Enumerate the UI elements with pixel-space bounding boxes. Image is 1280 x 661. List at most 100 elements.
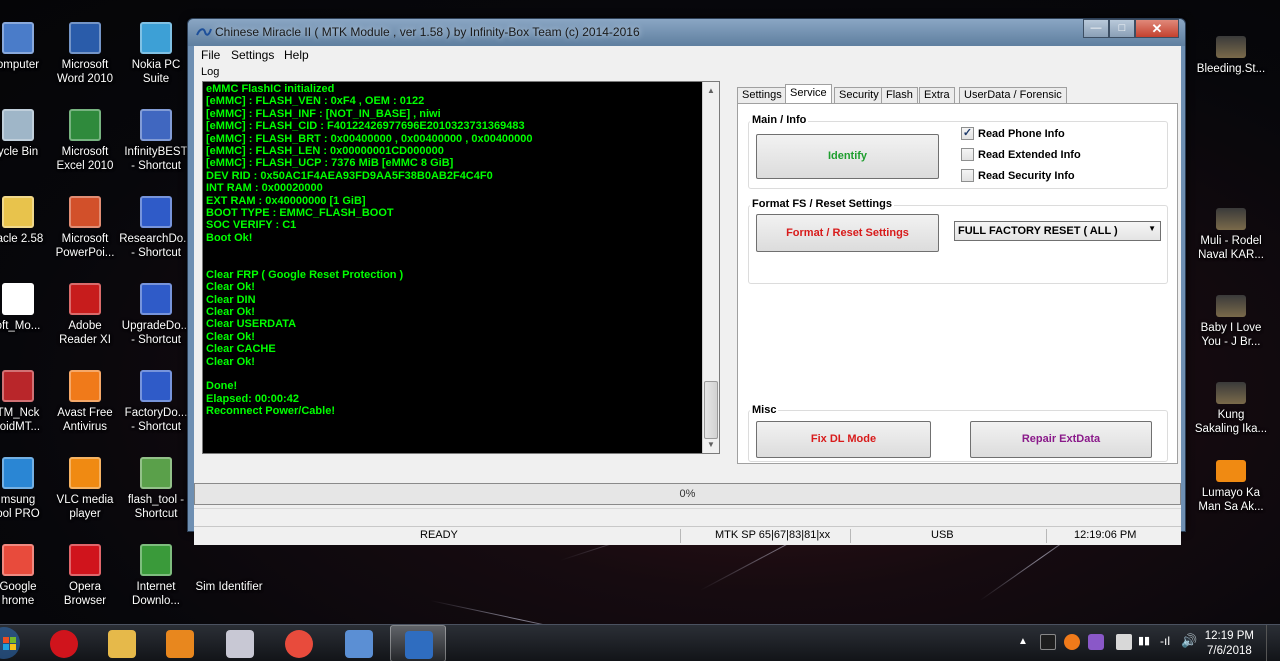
taskbar-app-button[interactable] [36, 625, 92, 661]
reset-mode-select[interactable]: FULL FACTORY RESET ( ALL ) ▼ [954, 221, 1161, 241]
desktop-icon-label: Avast Free Antivirus [57, 407, 113, 433]
desktop-icon[interactable]: Microsoft Excel 2010 [45, 109, 125, 173]
status-separator [850, 529, 851, 543]
video-thumbnail-icon [1216, 36, 1246, 58]
identify-label: Identify [827, 150, 868, 162]
internet-download-manager-icon [140, 544, 172, 576]
desktop-icon[interactable]: UpgradeDo... - Shortcut [116, 283, 196, 347]
show-desktop-button[interactable] [1266, 625, 1280, 661]
maximize-button[interactable]: □ [1109, 19, 1135, 38]
window-title: Chinese Miracle II ( MTK Module , ver 1.… [215, 25, 640, 39]
action-center-icon[interactable] [1116, 634, 1132, 650]
desktop-icon-label: Muli - Rodel Naval KAR... [1198, 235, 1264, 261]
read-phone-info-checkbox[interactable]: ✓ Read Phone Info [961, 127, 1065, 140]
repair-extdata-button[interactable]: Repair ExtData [970, 421, 1152, 458]
taskbar-app-button[interactable] [212, 625, 268, 661]
tab-settings[interactable]: Settings [737, 87, 787, 103]
log-line: SOC VERIFY : C1 [206, 219, 297, 232]
taskbar-app-button[interactable] [331, 625, 387, 661]
tray-app-icon[interactable] [1040, 634, 1056, 650]
vlc-icon [1216, 460, 1246, 482]
scroll-thumb[interactable] [704, 381, 718, 439]
read-extended-info-label: Read Extended Info [978, 148, 1081, 161]
status-time: 12:19:06 PM [1074, 529, 1137, 541]
excel-icon [69, 109, 101, 141]
network-signal-icon[interactable]: ‑ıl [1160, 634, 1176, 650]
log-output[interactable]: eMMC FlashIC initialized [eMMC] : FLASH_V… [202, 81, 720, 454]
log-scrollbar[interactable]: ▲ ▼ [702, 82, 719, 453]
vlc-icon [69, 457, 101, 489]
log-line: DEV RID : 0x50AC1F4AEA93FD9AA5F38B0AB2F4… [206, 169, 493, 182]
desktop-icon-label: Microsoft PowerPoi... [55, 233, 115, 259]
menu-settings[interactable]: Settings [231, 48, 274, 62]
tray-pen-icon[interactable] [1088, 634, 1104, 650]
powerpoint-icon [69, 196, 101, 228]
clock[interactable]: 12:19 PM 7/6/2018 [1205, 629, 1254, 659]
taskbar: ▲ ▮▮ ‑ıl 🔊 12:19 PM 7/6/2018 [0, 624, 1280, 661]
media-player-icon [166, 630, 194, 658]
log-line: Boot Ok! [206, 231, 253, 244]
network-icon[interactable]: ▮▮ [1138, 634, 1154, 650]
format-reset-button[interactable]: Format / Reset Settings [756, 214, 939, 252]
desktop-icon[interactable]: Microsoft Word 2010 [45, 22, 125, 86]
log-line: Clear Ok! [206, 330, 255, 343]
tab-extra[interactable]: Extra [919, 87, 955, 103]
desktop-icon[interactable]: Adobe Reader XI [45, 283, 125, 347]
show-hidden-icons-icon[interactable]: ▲ [1018, 636, 1028, 647]
progress-text: 0% [679, 488, 696, 500]
desktop-icon[interactable]: FactoryDo... - Shortcut [116, 370, 196, 434]
log-line: Clear Ok! [206, 306, 255, 319]
desktop-icon[interactable]: Avast Free Antivirus [45, 370, 125, 434]
tab-flash[interactable]: Flash [881, 87, 918, 103]
menu-file[interactable]: File [201, 48, 220, 62]
video-thumbnail-icon [1216, 208, 1246, 230]
taskbar-app-button[interactable] [152, 625, 208, 661]
desktop-icon[interactable]: Opera Browser [45, 544, 125, 608]
desktop-icon[interactable]: flash_tool - Shortcut [116, 457, 196, 521]
taskbar-app-button[interactable] [94, 625, 150, 661]
volume-icon[interactable]: 🔊 [1181, 633, 1197, 649]
tab-service[interactable]: Service [785, 84, 832, 103]
chrome-icon [2, 544, 34, 576]
taskbar-app-button[interactable] [271, 625, 327, 661]
desktop-icon[interactable]: Kung Sakaling Ika... [1191, 382, 1271, 436]
desktop-icon[interactable]: Lumayo Ka Man Sa Ak... [1191, 460, 1271, 514]
desktop-icon[interactable]: Bleeding.St... [1191, 36, 1271, 76]
desktop-icon[interactable]: ResearchDo... - Shortcut [116, 196, 196, 260]
misc-group-title: Misc [750, 404, 779, 416]
desktop-icon[interactable]: Baby I Love You - J Br... [1191, 295, 1271, 349]
desktop-icon-label: flash_tool - Shortcut [127, 494, 185, 520]
scroll-down-icon[interactable]: ▼ [703, 436, 719, 453]
desktop-icon[interactable]: Sim Identifier [189, 544, 269, 594]
fix-dl-mode-button[interactable]: Fix DL Mode [756, 421, 931, 458]
tab-userdata-forensic[interactable]: UserData / Forensic [959, 87, 1067, 103]
avast-tray-icon[interactable] [1064, 634, 1080, 650]
reset-mode-value: FULL FACTORY RESET ( ALL ) [958, 225, 1118, 237]
desktop-icon[interactable]: InfinityBEST - Shortcut [116, 109, 196, 173]
minimize-button[interactable]: — [1083, 19, 1109, 38]
identify-button[interactable]: Identify [756, 134, 939, 179]
menu-help[interactable]: Help [284, 48, 309, 62]
tab-security[interactable]: Security [834, 87, 884, 103]
taskbar-app-button[interactable] [390, 625, 446, 661]
desktop-icon-label: Kung Sakaling Ika... [1194, 409, 1268, 435]
remote-desktop-icon [345, 630, 373, 658]
desktop-icon-label: InfinityBEST - Shortcut [124, 146, 188, 172]
desktop-icon[interactable]: VLC media player [45, 457, 125, 521]
close-button[interactable]: ✕ [1135, 19, 1179, 38]
desktop-icon-label: Internet Downlo... [132, 581, 180, 607]
scroll-up-icon[interactable]: ▲ [703, 82, 719, 99]
log-line: [eMMC] : FLASH_CID : F40122426977696E201… [206, 120, 525, 133]
title-bar[interactable]: Chinese Miracle II ( MTK Module , ver 1.… [188, 19, 1185, 46]
start-button-icon[interactable] [0, 625, 26, 661]
desktop-icon[interactable]: Microsoft PowerPoi... [45, 196, 125, 260]
desktop-icon[interactable]: Nokia PC Suite [116, 22, 196, 86]
desktop-icon-label: UpgradeDo... - Shortcut [121, 320, 191, 346]
desktop-icon[interactable]: Internet Downlo... [116, 544, 196, 608]
read-security-info-checkbox[interactable]: Read Security Info [961, 169, 1075, 182]
read-extended-info-checkbox[interactable]: Read Extended Info [961, 148, 1081, 161]
read-security-info-label: Read Security Info [978, 169, 1075, 182]
desktop-icon[interactable]: Muli - Rodel Naval KAR... [1191, 208, 1271, 262]
